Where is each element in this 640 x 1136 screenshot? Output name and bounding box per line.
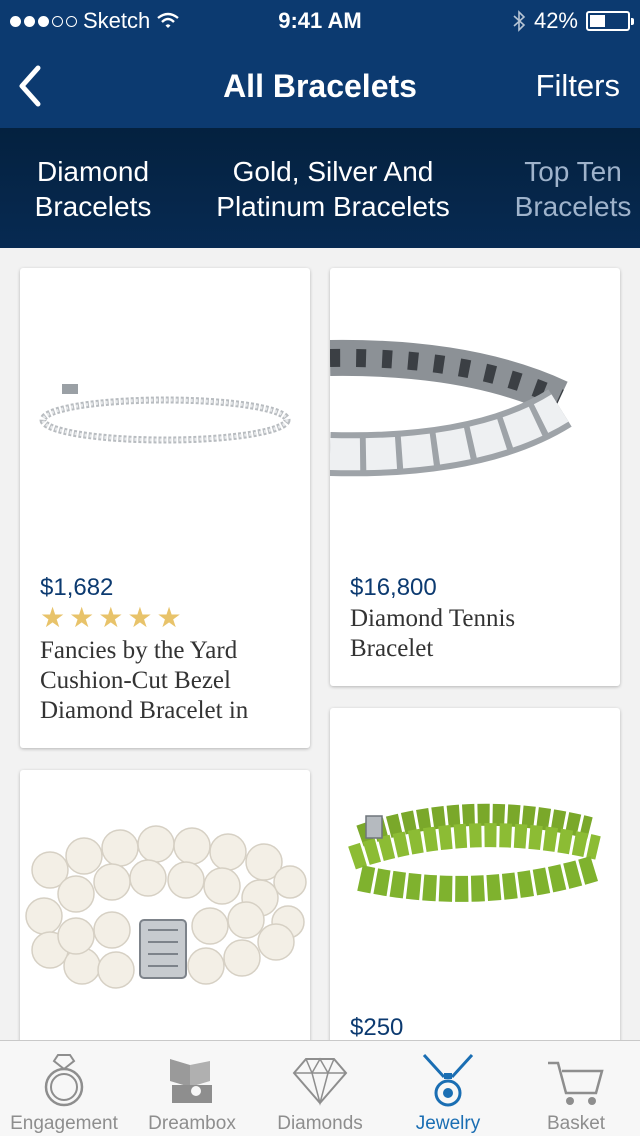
battery-level <box>590 15 605 27</box>
battery-icon <box>586 11 634 31</box>
header: Sketch 9:41 AM 42% All Bracelets Filters <box>0 0 640 128</box>
category-label-line: Bracelets <box>34 191 152 222</box>
tab-jewelry[interactable]: Jewelry <box>384 1041 512 1136</box>
filters-button[interactable]: Filters <box>536 68 620 104</box>
product-image <box>25 825 307 989</box>
necklace-icon <box>422 1053 474 1107</box>
navigation-bar: All Bracelets Filters <box>0 44 640 128</box>
tab-engagement[interactable]: Engagement <box>0 1041 128 1136</box>
product-card[interactable]: $250 <box>330 708 620 1070</box>
product-card[interactable] <box>20 770 310 1070</box>
tab-bar: Engagement Dreambox Diamonds Jewelry Bas… <box>0 1040 640 1136</box>
star-icon: ★ <box>40 602 66 633</box>
tab-label: Jewelry <box>415 1113 481 1134</box>
category-top-ten[interactable]: Top Ten Bracelets <box>498 154 640 224</box>
product-image <box>39 384 291 444</box>
star-icon: ★ <box>156 602 182 633</box>
category-gold-silver-platinum[interactable]: Gold, Silver And Platinum Bracelets <box>198 154 468 224</box>
bluetooth-icon <box>513 10 526 32</box>
product-image <box>330 339 572 477</box>
ring-icon <box>44 1054 84 1107</box>
battery-percent: 42% <box>533 8 578 33</box>
product-price: $250 <box>350 1014 404 1041</box>
cart-icon <box>548 1061 604 1105</box>
category-scroller[interactable]: Diamond Bracelets Gold, Silver And Plati… <box>0 128 640 248</box>
dreambox-icon <box>170 1059 212 1103</box>
product-card[interactable]: $16,800 Diamond Tennis Bracelet <box>330 268 620 686</box>
star-icon: ★ <box>127 602 153 633</box>
tab-basket[interactable]: Basket <box>512 1041 640 1136</box>
category-label-line: Gold, Silver And <box>232 156 434 187</box>
category-diamond-bracelets[interactable]: Diamond Bracelets <box>18 154 168 224</box>
tab-label: Diamonds <box>277 1113 363 1134</box>
category-label-line: Platinum Bracelets <box>216 191 450 222</box>
product-price: $1,682 <box>40 574 114 601</box>
status-bar: Sketch 9:41 AM 42% <box>0 0 640 40</box>
product-name: Diamond Tennis Bracelet <box>350 605 516 662</box>
diamond-icon <box>292 1057 348 1106</box>
tab-dreambox[interactable]: Dreambox <box>128 1041 256 1136</box>
product-name: Fancies by the Yard Cushion-Cut Bezel Di… <box>40 637 249 724</box>
star-icon: ★ <box>98 602 124 633</box>
category-label-line: Top Ten <box>524 156 622 187</box>
category-label-line: Bracelets <box>514 191 632 222</box>
rating-stars: ★ ★ ★ ★ ★ <box>40 604 182 632</box>
category-label-line: Diamond <box>36 156 150 187</box>
product-price: $16,800 <box>350 574 437 601</box>
tab-diamonds[interactable]: Diamonds <box>256 1041 384 1136</box>
tab-label: Basket <box>546 1113 606 1134</box>
product-image <box>348 803 601 902</box>
tab-label: Engagement <box>10 1113 118 1134</box>
product-card[interactable]: $1,682 ★ ★ ★ ★ ★ Fancies by the Yard Cus… <box>20 268 310 748</box>
star-icon: ★ <box>69 602 95 633</box>
tab-label: Dreambox <box>148 1113 236 1134</box>
